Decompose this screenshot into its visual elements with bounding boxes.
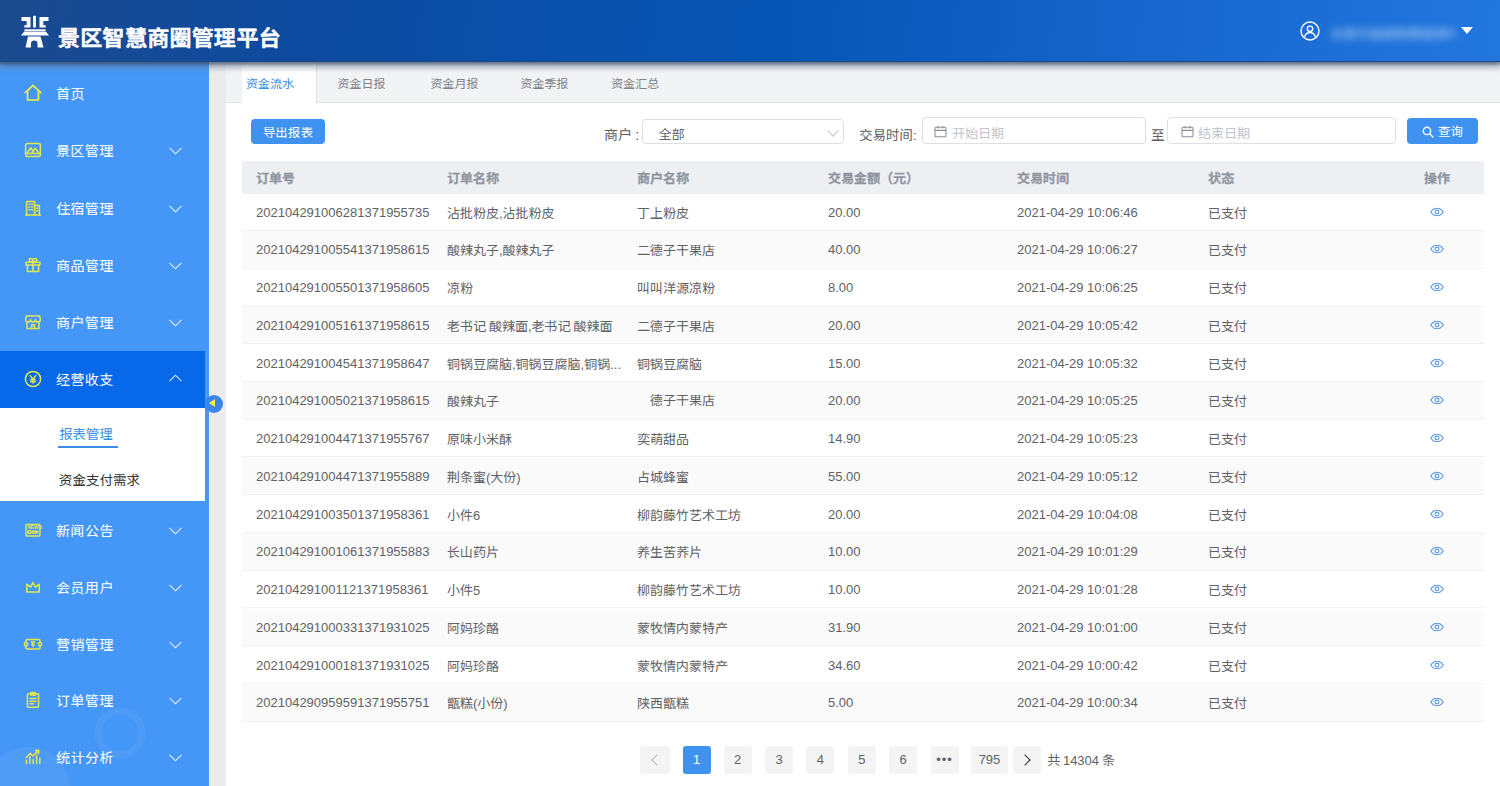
svg-text:NEWS: NEWS — [27, 525, 42, 530]
